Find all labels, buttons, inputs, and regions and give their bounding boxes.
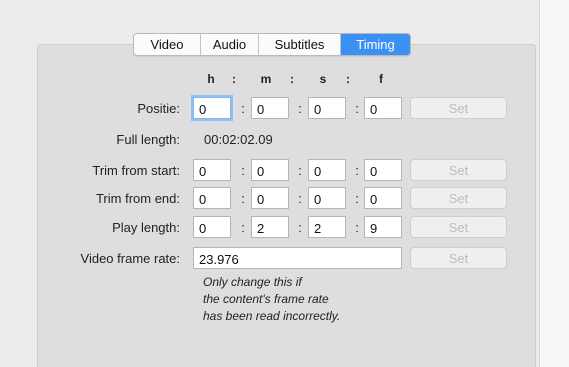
play-length-label: Play length:: [112, 220, 180, 235]
header-sep-2: :: [290, 72, 294, 86]
colon: :: [241, 191, 245, 206]
colon: :: [355, 101, 359, 116]
frame-rate-field[interactable]: [193, 247, 402, 269]
colon: :: [355, 191, 359, 206]
tab-timing[interactable]: Timing: [341, 34, 410, 55]
colon: :: [298, 163, 302, 178]
colon: :: [298, 101, 302, 116]
frame-rate-label: Video frame rate:: [80, 251, 180, 266]
trim-start-hours-field[interactable]: [193, 159, 231, 181]
trim-start-seconds-field[interactable]: [308, 159, 346, 181]
colon: :: [241, 163, 245, 178]
note-line-1: Only change this if: [203, 275, 302, 289]
header-seconds: s: [319, 72, 327, 86]
trim-end-minutes-field[interactable]: [251, 187, 289, 209]
header-sep-3: :: [346, 72, 350, 86]
trim-start-frames-field[interactable]: [364, 159, 402, 181]
colon: :: [241, 101, 245, 116]
trim-end-seconds-field[interactable]: [308, 187, 346, 209]
tab-subtitles[interactable]: Subtitles: [259, 34, 341, 55]
position-label: Positie:: [137, 101, 180, 116]
tab-audio[interactable]: Audio: [201, 34, 259, 55]
full-length-label: Full length:: [116, 132, 180, 147]
trim-start-label: Trim from start:: [92, 163, 180, 178]
header-sep-1: :: [232, 72, 236, 86]
full-length-value: 00:02:02.09: [204, 132, 273, 147]
position-seconds-field[interactable]: [308, 97, 346, 119]
note-line-2: the content's frame rate: [203, 292, 329, 306]
trim-start-set-button[interactable]: Set: [410, 159, 507, 181]
position-set-button[interactable]: Set: [410, 97, 507, 119]
trim-start-minutes-field[interactable]: [251, 159, 289, 181]
position-hours-field[interactable]: [193, 97, 231, 119]
colon: :: [298, 191, 302, 206]
play-length-seconds-field[interactable]: [308, 216, 346, 238]
note-line-3: has been read incorrectly.: [203, 309, 341, 323]
frame-rate-note: Only change this if the content's frame …: [203, 274, 423, 325]
tab-video[interactable]: Video: [134, 34, 201, 55]
play-length-frames-field[interactable]: [364, 216, 402, 238]
play-length-set-button[interactable]: Set: [410, 216, 507, 238]
tab-bar: Video Audio Subtitles Timing: [133, 33, 411, 56]
header-hours: h: [207, 72, 215, 86]
frame-rate-set-button[interactable]: Set: [410, 247, 507, 269]
play-length-minutes-field[interactable]: [251, 216, 289, 238]
trim-end-set-button[interactable]: Set: [410, 187, 507, 209]
position-frames-field[interactable]: [364, 97, 402, 119]
colon: :: [241, 220, 245, 235]
header-frames: f: [379, 72, 383, 86]
timing-window: Video Audio Subtitles Timing h : m : s :…: [0, 0, 569, 367]
trim-end-hours-field[interactable]: [193, 187, 231, 209]
play-length-hours-field[interactable]: [193, 216, 231, 238]
right-edge: [539, 0, 569, 367]
colon: :: [355, 163, 359, 178]
colon: :: [355, 220, 359, 235]
header-minutes: m: [260, 72, 272, 86]
position-minutes-field[interactable]: [251, 97, 289, 119]
colon: :: [298, 220, 302, 235]
trim-end-label: Trim from end:: [95, 191, 180, 206]
trim-end-frames-field[interactable]: [364, 187, 402, 209]
